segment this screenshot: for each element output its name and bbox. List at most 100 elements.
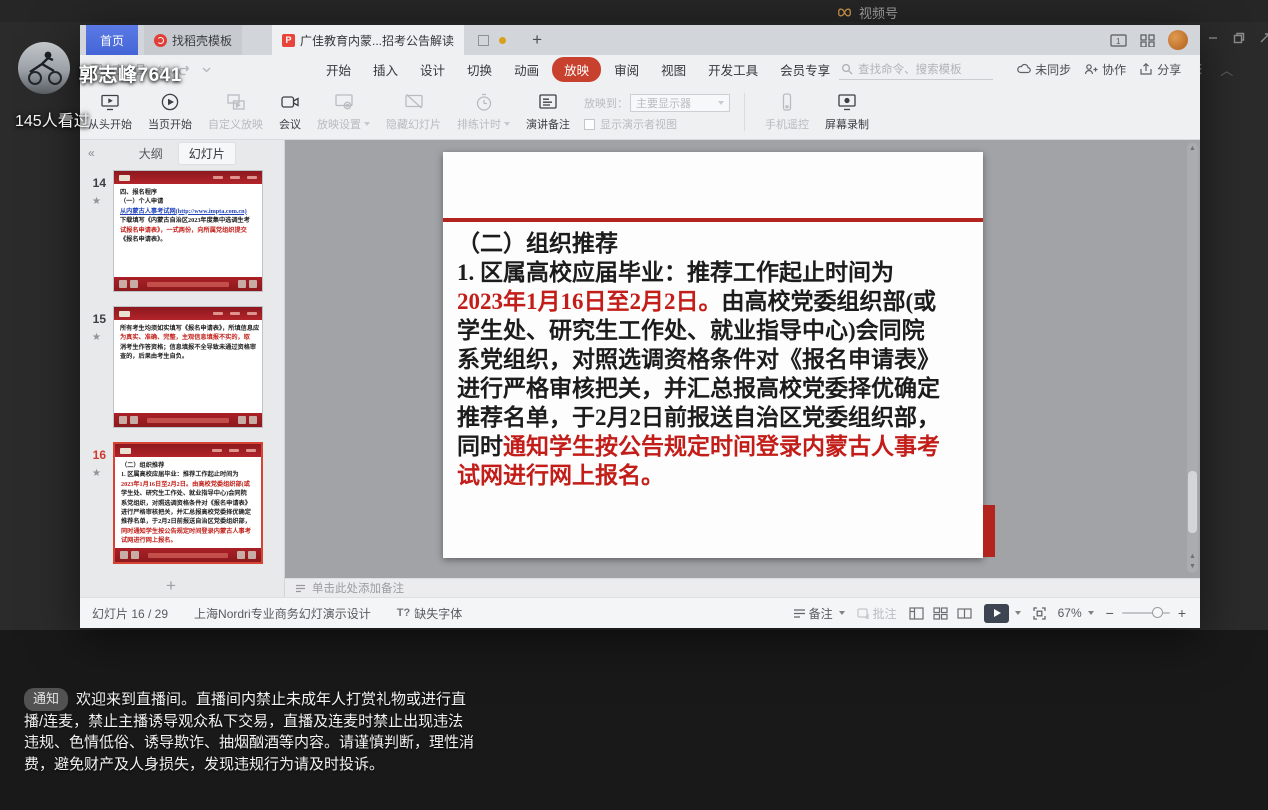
show-settings-icon bbox=[333, 91, 355, 113]
notes-placeholder: 单击此处添加备注 bbox=[312, 580, 404, 596]
document-tabbar: 首页 找稻壳模板 P 广佳教育内蒙...招考公告解读 + 1 bbox=[80, 25, 1200, 55]
tab-current-document[interactable]: P 广佳教育内蒙...招考公告解读 bbox=[272, 25, 464, 55]
menu-row: 开始插入设计切换动画放映审阅视图开发工具会员专享 查找命令、搜索模板 未同步 协… bbox=[80, 55, 1200, 83]
notes-toggle[interactable]: 备注 bbox=[793, 605, 845, 622]
menu-tab-2[interactable]: 设计 bbox=[411, 57, 454, 82]
toolbar-button-label: 会议 bbox=[279, 116, 301, 132]
menu-tab-8[interactable]: 开发工具 bbox=[699, 57, 767, 82]
design-template-name[interactable]: 上海Nordri专业商务幻灯演示设计 bbox=[194, 605, 371, 622]
ribbon-menu-tabs: 开始插入设计切换动画放映审阅视图开发工具会员专享 bbox=[317, 57, 839, 82]
slide-text-line: 2023年1月16日至2月2日。由高校党委组织部(或 bbox=[457, 287, 971, 316]
slide-text-segment: 同时 bbox=[457, 434, 503, 459]
slideshow-ribbon: 从头开始当页开始自定义放映会议放映设置隐藏幻灯片排练计时演讲备注 放映到： 主要… bbox=[80, 83, 1200, 140]
fit-to-window-button[interactable] bbox=[1033, 607, 1046, 620]
phone-remote-icon bbox=[776, 91, 798, 113]
toolbar-button-screen-record[interactable]: 屏幕录制 bbox=[817, 91, 877, 132]
hide-slide-icon bbox=[403, 91, 425, 113]
zoom-slider-group: − + bbox=[1106, 605, 1186, 621]
restore-icon[interactable] bbox=[1232, 31, 1246, 45]
thumbnail-text-line: 学生处、研究生工作处、就业指导中心)会同院 bbox=[121, 489, 255, 498]
slide-text-red-segment: 通知学生按公告规定时间登录内蒙古人事考 bbox=[503, 434, 940, 459]
collaborate-button[interactable]: 协作 bbox=[1084, 61, 1126, 78]
panel-collapse-icon[interactable]: « bbox=[80, 146, 95, 160]
slide-canvas: （二）组织推荐1. 区属高校应届毕业：推荐工作起止时间为2023年1月16日至2… bbox=[285, 140, 1200, 578]
command-search[interactable]: 查找命令、搜索模板 bbox=[839, 59, 993, 80]
thumbnail-header-bar bbox=[114, 171, 262, 184]
notes-toggle-label: 备注 bbox=[809, 605, 833, 622]
missing-font-button[interactable]: T? 缺失字体 bbox=[397, 605, 462, 622]
menu-tab-4[interactable]: 动画 bbox=[505, 57, 548, 82]
tab-home[interactable]: 首页 bbox=[86, 25, 138, 55]
slide-thumbnail-16[interactable]: （二）组织推荐1. 区属高校应届毕业：推荐工作起止时间为2023年1月16日至2… bbox=[113, 442, 263, 564]
notes-bar[interactable]: 单击此处添加备注 bbox=[285, 578, 1200, 597]
thumbnail-text-line: 四、报名程序 bbox=[120, 188, 256, 197]
menu-tab-7[interactable]: 视图 bbox=[652, 57, 695, 82]
slide-text-line: 系党组织，对照选调资格条件对《报名申请表》 bbox=[457, 345, 971, 374]
sync-status[interactable]: 未同步 bbox=[1017, 61, 1071, 78]
menu-tab-6[interactable]: 审阅 bbox=[605, 57, 648, 82]
streamer-avatar[interactable] bbox=[18, 42, 70, 94]
reading-view-icon[interactable] bbox=[957, 607, 972, 620]
slide-sorter-view-icon[interactable] bbox=[933, 607, 948, 620]
add-slide-button[interactable]: + bbox=[166, 576, 176, 596]
next-slide-icon[interactable]: ▼ bbox=[1188, 562, 1197, 571]
share-button[interactable]: 分享 bbox=[1139, 61, 1181, 78]
menu-tab-3[interactable]: 切换 bbox=[458, 57, 501, 82]
quickbar-more-icon[interactable] bbox=[200, 63, 213, 76]
zoom-slider-track[interactable] bbox=[1122, 612, 1170, 614]
zoom-slider-knob[interactable] bbox=[1152, 607, 1163, 618]
menu-tab-0[interactable]: 开始 bbox=[317, 57, 360, 82]
normal-view-icon[interactable] bbox=[909, 607, 924, 620]
canvas-scrollbar[interactable]: ▲ ▲ ▼ bbox=[1187, 143, 1198, 573]
tab-slides[interactable]: 幻灯片 bbox=[179, 143, 235, 164]
new-tab-button[interactable]: + bbox=[526, 30, 548, 50]
menu-tab-5[interactable]: 放映 bbox=[552, 57, 601, 82]
single-pane-layout-icon[interactable]: 1 bbox=[1110, 34, 1127, 47]
play-slideshow-group bbox=[984, 604, 1021, 623]
zoom-percent[interactable]: 67% bbox=[1058, 606, 1094, 620]
status-bar: 幻灯片 16 / 29 上海Nordri专业商务幻灯演示设计 T? 缺失字体 备… bbox=[80, 597, 1200, 628]
play-slideshow-button[interactable] bbox=[984, 604, 1009, 623]
toolbar-button-label: 当页开始 bbox=[148, 116, 192, 132]
toolbar-button-speaker-notes[interactable]: 演讲备注 bbox=[518, 91, 578, 132]
more-menu-icon[interactable]: ⋮ bbox=[1194, 61, 1207, 77]
toolbar-button-label: 排练计时 bbox=[457, 116, 510, 132]
account-avatar[interactable] bbox=[1168, 30, 1188, 50]
thumbnail-text-line: 推荐名单，于2月2日前报送自治区党委组织部， bbox=[121, 517, 255, 526]
toolbar-button-meeting[interactable]: 会议 bbox=[271, 91, 309, 132]
slide-page-indicator: 幻灯片 16 / 29 bbox=[92, 605, 168, 622]
menu-tab-1[interactable]: 插入 bbox=[364, 57, 407, 82]
tab-docer-templates[interactable]: 找稻壳模板 bbox=[144, 25, 242, 55]
zoom-out-button[interactable]: − bbox=[1106, 605, 1114, 621]
panel-header: « 大纲 幻灯片 bbox=[80, 140, 284, 166]
previous-slide-icon[interactable]: ▲ bbox=[1188, 552, 1197, 561]
grid-layout-icon[interactable] bbox=[1139, 34, 1156, 47]
slide-thumbnail-14[interactable]: 四、报名程序（一）个人申请从内蒙古人事考试网(http://www.impta.… bbox=[113, 170, 263, 292]
viewer-count: 145人看过 bbox=[15, 107, 90, 131]
scroll-up-icon[interactable]: ▲ bbox=[1188, 144, 1197, 153]
fullscreen-icon[interactable] bbox=[1258, 31, 1268, 45]
minimize-icon[interactable] bbox=[1206, 31, 1220, 45]
thumbnail-body: （二）组织推荐1. 区属高校应届毕业：推荐工作起止时间为2023年1月16日至2… bbox=[115, 457, 261, 548]
chevron-down-icon[interactable] bbox=[1015, 611, 1021, 615]
menu-tab-9[interactable]: 会员专享 bbox=[771, 57, 839, 82]
tabbar-right-controls: 1 bbox=[1110, 30, 1200, 50]
current-slide[interactable]: （二）组织推荐1. 区属高校应届毕业：推荐工作起止时间为2023年1月16日至2… bbox=[443, 152, 983, 558]
toolbar-button-play-circle[interactable]: 当页开始 bbox=[140, 91, 200, 132]
slide-thumbnail-15[interactable]: 所有考生均须如实填写《报名申请表》，所填信息应为真实、准确、完整，主观信息填报不… bbox=[113, 306, 263, 428]
slide-text-line: 试网进行网上报名。 bbox=[457, 461, 971, 490]
wps-presentation-window: 首页 找稻壳模板 P 广佳教育内蒙...招考公告解读 + 1 开始插入设计切换动… bbox=[80, 25, 1200, 628]
play-icon bbox=[994, 609, 1001, 617]
scrollbar-thumb[interactable] bbox=[1188, 471, 1197, 533]
meeting-icon bbox=[279, 91, 301, 113]
slide-number: 16 bbox=[80, 448, 106, 462]
tab-outline[interactable]: 大纲 bbox=[139, 145, 163, 162]
zoom-in-button[interactable]: + bbox=[1178, 605, 1186, 621]
collapse-ribbon-icon[interactable]: ︿ bbox=[1220, 60, 1233, 79]
thumbnail-logo bbox=[120, 448, 131, 454]
rehearse-timer-icon bbox=[473, 91, 495, 113]
play-circle-icon bbox=[159, 91, 181, 113]
display-target-select: 主要显示器 bbox=[630, 94, 730, 112]
slide-divider-line bbox=[443, 218, 983, 222]
display-target-group: 放映到： 主要显示器 显示演示者视图 bbox=[584, 90, 730, 132]
